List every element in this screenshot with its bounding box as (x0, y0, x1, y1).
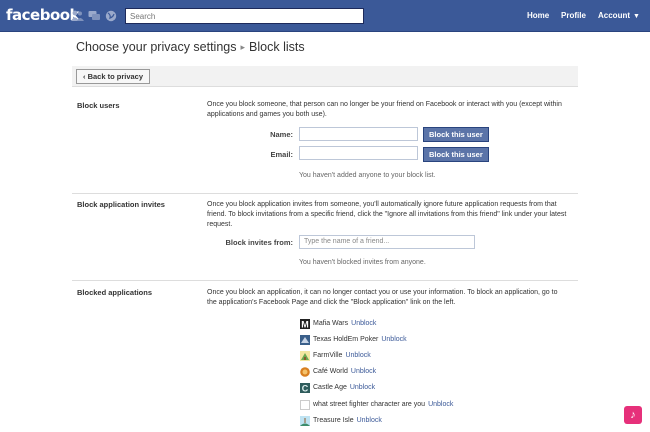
block-user-by-email-button[interactable]: Block this user (423, 147, 489, 162)
cafe-world-icon (300, 367, 310, 377)
email-label: Email: (270, 150, 293, 159)
breadcrumb: Choose your privacy settings ▸ Block lists (76, 40, 305, 54)
poker-icon (300, 335, 310, 345)
block-user-by-name-button[interactable]: Block this user (423, 127, 489, 142)
friend-requests-icon[interactable] (71, 10, 84, 21)
block-users-heading: Block users (77, 101, 120, 110)
block-invites-description: Once you block application invites from … (207, 201, 567, 228)
breadcrumb-current: Block lists (249, 40, 305, 54)
blocked-apps-heading: Blocked applications (77, 288, 153, 297)
messages-icon[interactable] (88, 10, 100, 21)
section-divider (72, 193, 578, 194)
app-name: Café World (313, 368, 348, 375)
nav-home-link[interactable]: Home (527, 11, 549, 20)
block-users-description: Once you block someone, that person can … (207, 101, 562, 118)
action-toolbar: ‹ Back to privacy (72, 66, 578, 87)
unblock-link[interactable]: Unblock (428, 401, 453, 408)
back-to-privacy-button[interactable]: ‹ Back to privacy (76, 69, 151, 84)
blocked-apps-description: Once you block an application, it can no… (207, 289, 558, 306)
block-invites-heading: Block application invites (77, 200, 165, 209)
blank-app-icon (300, 400, 310, 410)
nav-account-label: Account (598, 11, 630, 20)
svg-text:M: M (301, 320, 309, 330)
chevron-down-icon: ▼ (633, 13, 640, 20)
unblock-link[interactable]: Unblock (351, 368, 376, 375)
app-name: Mafia Wars (313, 320, 349, 327)
notifications-globe-icon[interactable] (105, 10, 117, 22)
unblock-link[interactable]: Unblock (345, 352, 370, 359)
farmville-icon (300, 351, 310, 361)
app-name: Texas HoldEm Poker (313, 336, 379, 343)
block-invites-from-label: Block invites from: (225, 238, 293, 247)
unblock-link[interactable]: Unblock (351, 320, 376, 327)
breadcrumb-separator-icon: ▸ (240, 42, 246, 52)
breadcrumb-privacy-settings[interactable]: Choose your privacy settings (76, 40, 237, 54)
app-name: what street fighter character are you (313, 401, 426, 408)
invites-empty-note: You haven't blocked invites from anyone. (299, 259, 426, 266)
search-input[interactable]: Search (125, 8, 364, 24)
block-list-empty-note: You haven't added anyone to your block l… (299, 172, 436, 179)
block-invites-friend-input[interactable]: Type the name of a friend... (299, 235, 475, 249)
block-name-input[interactable] (299, 127, 418, 141)
section-divider (72, 280, 578, 281)
unblock-link[interactable]: Unblock (350, 384, 375, 391)
app-name: Castle Age (313, 384, 347, 391)
castle-age-icon: C (300, 383, 310, 394)
top-navigation-bar: facebook Search Home Profile Account ▼ (0, 0, 650, 32)
unblock-link[interactable]: Unblock (357, 417, 382, 424)
treasure-isle-icon (300, 416, 310, 426)
block-email-input[interactable] (299, 146, 418, 160)
nav-profile-link[interactable]: Profile (561, 11, 586, 20)
app-name: FarmVille (313, 352, 343, 359)
svg-text:C: C (302, 384, 309, 394)
unblock-link[interactable]: Unblock (381, 336, 406, 343)
app-name: Treasure Isle (313, 417, 354, 424)
name-label: Name: (270, 130, 293, 139)
music-note-icon: ♪ (624, 406, 642, 424)
facebook-logo[interactable]: facebook (6, 6, 80, 24)
nav-account-menu[interactable]: Account ▼ (598, 11, 640, 20)
mafia-wars-icon: M (300, 319, 310, 330)
